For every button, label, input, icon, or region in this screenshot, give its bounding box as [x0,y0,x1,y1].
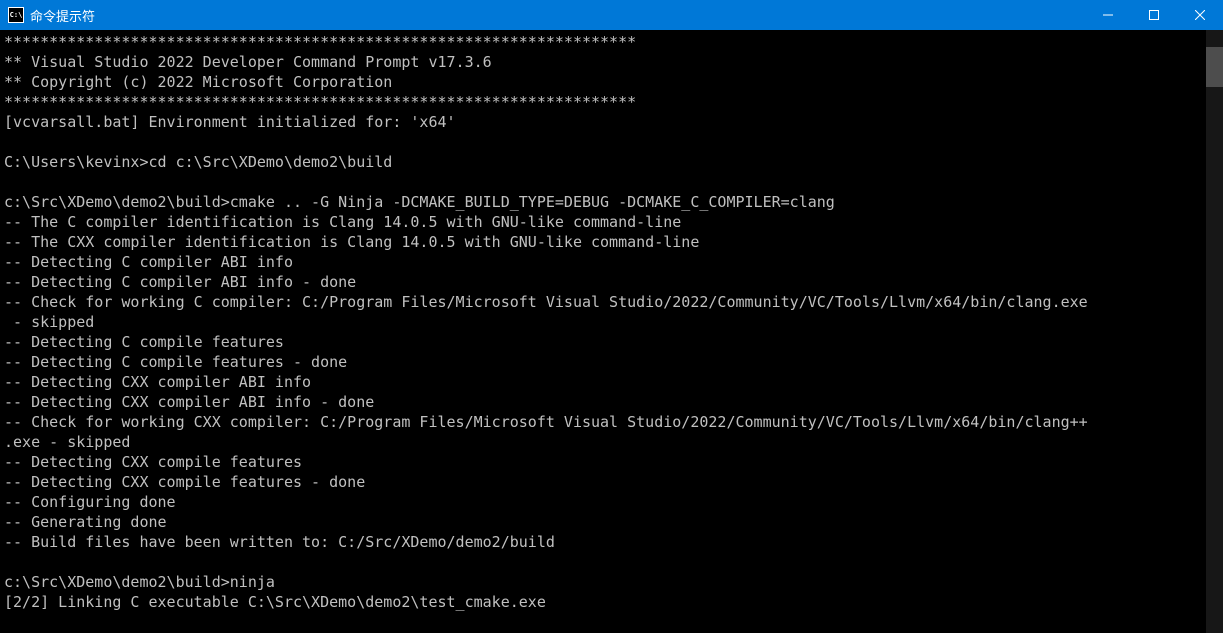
terminal-line: ****************************************… [4,92,1202,112]
terminal-line: c:\Src\XDemo\demo2\build>ninja [4,572,1202,592]
terminal-line: -- The CXX compiler identification is Cl… [4,232,1202,252]
maximize-button[interactable] [1131,0,1177,30]
terminal-line [4,552,1202,572]
terminal-line: ****************************************… [4,32,1202,52]
terminal-line: ** Visual Studio 2022 Developer Command … [4,52,1202,72]
terminal-line: -- Check for working CXX compiler: C:/Pr… [4,412,1202,432]
terminal-line [4,612,1202,632]
terminal-line: -- Detecting CXX compiler ABI info [4,372,1202,392]
window-titlebar: C:\ 命令提示符 [0,0,1223,30]
window-title: 命令提示符 [30,6,1085,25]
terminal-wrapper: ****************************************… [0,30,1223,633]
terminal-line: -- Detecting CXX compiler ABI info - don… [4,392,1202,412]
terminal-line [4,172,1202,192]
terminal-line: -- Detecting C compiler ABI info [4,252,1202,272]
terminal-line: [2/2] Linking C executable C:\Src\XDemo\… [4,592,1202,612]
terminal-line: -- Detecting C compiler ABI info - done [4,272,1202,292]
terminal-line: -- Check for working C compiler: C:/Prog… [4,292,1202,312]
terminal-line: -- Detecting CXX compile features - done [4,472,1202,492]
terminal-line: C:\Users\kevinx>cd c:\Src\XDemo\demo2\bu… [4,152,1202,172]
window-icon: C:\ [8,7,24,23]
terminal-line: ** Copyright (c) 2022 Microsoft Corporat… [4,72,1202,92]
scrollbar[interactable] [1206,30,1223,633]
terminal-line: .exe - skipped [4,432,1202,452]
terminal-line: -- Detecting C compile features - done [4,352,1202,372]
terminal-line: -- Build files have been written to: C:/… [4,532,1202,552]
terminal-line: -- Configuring done [4,492,1202,512]
terminal-line: c:\Src\XDemo\demo2\build>cmake .. -G Nin… [4,192,1202,212]
window-controls [1085,0,1223,30]
terminal-line: - skipped [4,312,1202,332]
terminal-line: -- Detecting C compile features [4,332,1202,352]
window-icon-text: C:\ [10,11,23,19]
terminal-output[interactable]: ****************************************… [0,30,1206,633]
close-button[interactable] [1177,0,1223,30]
minimize-button[interactable] [1085,0,1131,30]
terminal-line: [vcvarsall.bat] Environment initialized … [4,112,1202,132]
scrollbar-thumb[interactable] [1206,47,1223,87]
terminal-line [4,132,1202,152]
terminal-line: -- Detecting CXX compile features [4,452,1202,472]
terminal-line: -- The C compiler identification is Clan… [4,212,1202,232]
terminal-line: -- Generating done [4,512,1202,532]
